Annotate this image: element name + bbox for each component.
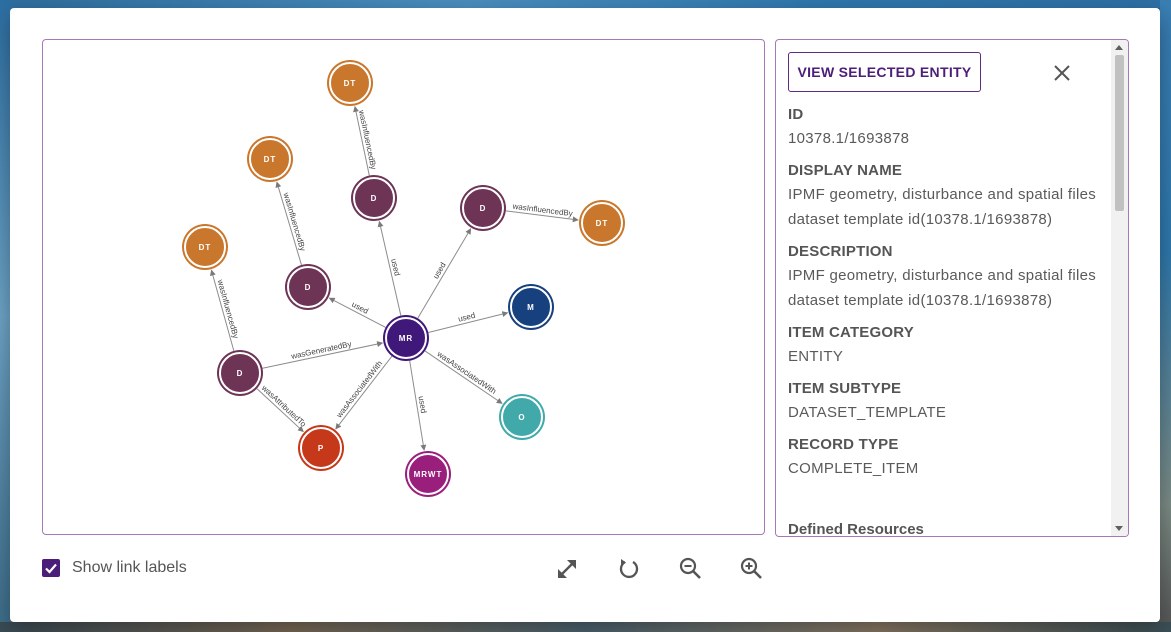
graph-node-dt1[interactable]: DT: [182, 224, 228, 270]
graph-node-mrwt[interactable]: MRWT: [405, 451, 451, 497]
graph-link[interactable]: [417, 228, 472, 319]
link-label: wasInfluencedBy: [281, 191, 307, 253]
node-label: DT: [596, 219, 609, 228]
field-label: DESCRIPTION: [788, 243, 893, 260]
field-value: ENTITY: [788, 348, 844, 365]
details-scroll-area[interactable]: VIEW SELECTED ENTITY ID 10378.1/1693878 …: [776, 40, 1112, 536]
node-label: P: [318, 444, 324, 453]
show-link-labels-toggle[interactable]: Show link labels: [42, 559, 187, 577]
field-label: ITEM SUBTYPE: [788, 380, 902, 397]
zoom-out-icon: [679, 557, 701, 579]
node-label: D: [237, 369, 244, 378]
graph-link[interactable]: [424, 350, 503, 404]
entity-details-panel: VIEW SELECTED ENTITY ID 10378.1/1693878 …: [775, 39, 1129, 537]
link-label: wasInfluencedBy: [357, 108, 378, 170]
background-image: [1160, 0, 1171, 632]
link-label: used: [431, 261, 448, 281]
link-label: used: [350, 300, 370, 316]
field-label: DISPLAY NAME: [788, 162, 903, 179]
background-image: [0, 0, 1171, 8]
zoom-in-button[interactable]: [736, 553, 768, 585]
graph-link[interactable]: [256, 388, 304, 433]
field-id: ID 10378.1/1693878: [788, 104, 1110, 151]
node-label: D: [371, 194, 378, 203]
graph-node-d3[interactable]: D: [351, 175, 397, 221]
details-scrollbar[interactable]: [1111, 40, 1128, 536]
node-label: DT: [344, 79, 357, 88]
graph-node-d2[interactable]: D: [285, 264, 331, 310]
field-item-subtype: ITEM SUBTYPE DATASET_TEMPLATE: [788, 378, 1110, 425]
defined-resources-heading: Defined Resources: [788, 521, 924, 536]
graph-node-d1[interactable]: D: [217, 350, 263, 396]
field-value: 10378.1/1693878: [788, 130, 910, 147]
link-label: wasGeneratedBy: [289, 339, 352, 361]
graph-nodes: MR M O MRWT P D D D D DT DT DT DT: [182, 60, 625, 497]
node-label: D: [305, 283, 312, 292]
view-selected-entity-button[interactable]: VIEW SELECTED ENTITY: [788, 52, 981, 92]
field-item-category: ITEM CATEGORY ENTITY: [788, 322, 1110, 369]
graph-node-o[interactable]: O: [499, 394, 545, 440]
node-label: D: [480, 204, 487, 213]
checkmark-icon: [45, 563, 57, 574]
expand-icon: [558, 560, 576, 578]
link-label: wasAssociatedWith: [334, 359, 384, 420]
zoom-in-icon: [740, 557, 762, 579]
field-description: DESCRIPTION IPMF geometry, disturbance a…: [788, 241, 1110, 313]
graph-panel[interactable]: used wasAssociatedWith used wasAssociatedWi…: [42, 39, 765, 535]
scroll-down-arrow-icon[interactable]: [1115, 526, 1123, 531]
field-value: COMPLETE_ITEM: [788, 460, 919, 477]
lineage-dialog: used wasAssociatedWith used wasAssociatedWi…: [10, 8, 1160, 622]
field-value: IPMF geometry, disturbance and spatial f…: [788, 186, 1097, 228]
refresh-icon: [619, 559, 639, 579]
background-image: [0, 622, 1171, 632]
node-label: M: [527, 303, 535, 312]
fit-to-screen-button[interactable]: [551, 553, 583, 585]
graph-node-dt2[interactable]: DT: [247, 136, 293, 182]
link-label: wasAssociatedWith: [435, 349, 498, 396]
graph-node-d4[interactable]: D: [460, 185, 506, 231]
node-label: DT: [199, 243, 212, 252]
link-label: wasAttributedTo: [259, 383, 308, 429]
field-value: IPMF geometry, disturbance and spatial f…: [788, 267, 1097, 309]
node-label: MRWT: [414, 470, 443, 479]
lineage-graph[interactable]: used wasAssociatedWith used wasAssociatedWi…: [43, 40, 765, 535]
graph-node-mr[interactable]: MR: [383, 315, 429, 361]
node-label: O: [518, 413, 525, 422]
scroll-up-arrow-icon[interactable]: [1115, 45, 1123, 50]
field-record-type: RECORD TYPE COMPLETE_ITEM: [788, 434, 1110, 481]
reset-layout-button[interactable]: [613, 553, 645, 585]
graph-node-p[interactable]: P: [298, 425, 344, 471]
graph-node-dt4[interactable]: DT: [579, 200, 625, 246]
field-label: RECORD TYPE: [788, 436, 899, 453]
field-value: DATASET_TEMPLATE: [788, 404, 947, 421]
show-link-labels-label: Show link labels: [72, 559, 187, 576]
node-label: MR: [399, 334, 413, 343]
graph-link[interactable]: [335, 355, 393, 430]
entity-fields: ID 10378.1/1693878 DISPLAY NAME IPMF geo…: [788, 104, 1110, 490]
graph-node-dt3[interactable]: DT: [327, 60, 373, 106]
field-label: ITEM CATEGORY: [788, 324, 914, 341]
node-label: DT: [264, 155, 277, 164]
graph-node-m[interactable]: M: [508, 284, 554, 330]
graph-toolbar: Show link labels: [42, 553, 1132, 585]
scroll-thumb[interactable]: [1115, 55, 1124, 211]
close-icon[interactable]: [1050, 61, 1074, 85]
field-display-name: DISPLAY NAME IPMF geometry, disturbance …: [788, 160, 1110, 232]
zoom-out-button[interactable]: [675, 553, 707, 585]
show-link-labels-checkbox[interactable]: [42, 559, 60, 577]
field-label: ID: [788, 106, 804, 123]
